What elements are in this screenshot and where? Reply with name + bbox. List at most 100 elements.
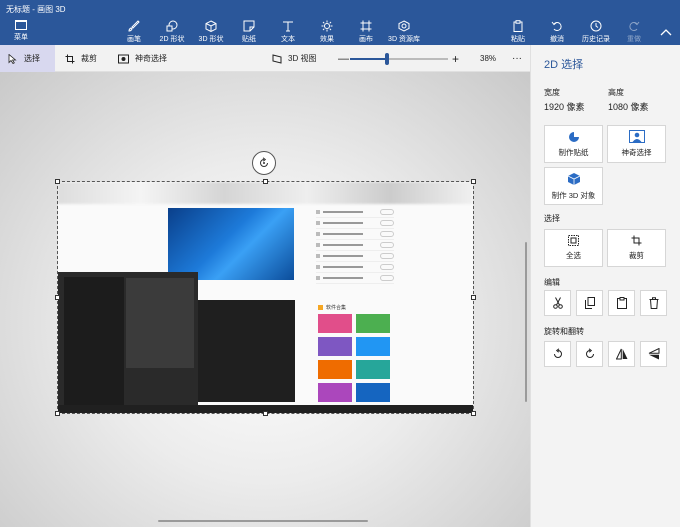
paste-label: 粘贴: [511, 36, 525, 43]
canvas-icon: [360, 20, 372, 32]
sun-icon: [321, 20, 333, 32]
copy-button[interactable]: [576, 290, 603, 316]
folder-icon: [15, 20, 27, 30]
sticker-icon: [243, 20, 255, 32]
rotate-icon: [260, 157, 268, 167]
resize-handle-bottom-left[interactable]: [55, 411, 60, 416]
tool-label: 效果: [320, 36, 334, 43]
magic-select-icon: [628, 130, 645, 143]
crop-panel-label: 裁剪: [629, 251, 644, 260]
flip-horizontal-icon: [615, 348, 627, 360]
tool-text[interactable]: 文本: [268, 20, 308, 44]
edit-section-label: 编辑: [544, 278, 560, 287]
tool-label: 画布: [359, 36, 373, 43]
resize-handle-top-right[interactable]: [471, 179, 476, 184]
undo-button[interactable]: 撤消: [537, 20, 577, 44]
view-3d-label: 3D 视图: [288, 54, 317, 63]
menu-label: 菜单: [14, 34, 28, 41]
history-label: 历史记录: [582, 36, 610, 43]
flip-vertical-icon: [648, 348, 659, 360]
make-3d-label: 制作 3D 对象: [551, 190, 596, 200]
rotate-left-icon: [553, 348, 562, 358]
resize-handle-top[interactable]: [263, 179, 268, 184]
vertical-scrollbar[interactable]: [525, 242, 527, 402]
tool-2d-shapes[interactable]: 2D 形状: [152, 20, 192, 44]
copy-icon: [584, 297, 595, 309]
height-value[interactable]: 1080 像素: [608, 100, 649, 113]
make-3d-button[interactable]: 制作 3D 对象: [544, 167, 603, 205]
window-title: 无标题 - 画图 3D: [6, 5, 66, 14]
history-icon: [590, 20, 602, 32]
menu-button[interactable]: 菜单: [6, 20, 36, 42]
view-3d-icon: [272, 53, 282, 64]
history-button[interactable]: 历史记录: [576, 20, 616, 44]
more-options-button[interactable]: ···: [504, 45, 530, 72]
select-all-button[interactable]: 全选: [544, 229, 603, 267]
rotate-right-button[interactable]: [576, 341, 603, 367]
shapes-2d-icon: [166, 20, 178, 32]
resize-handle-left[interactable]: [55, 295, 60, 300]
resize-handle-bottom[interactable]: [263, 411, 268, 416]
zoom-slider-thumb[interactable]: [385, 53, 390, 65]
cut-button[interactable]: [544, 290, 571, 316]
library-icon: [398, 20, 410, 32]
tool-canvas[interactable]: 画布: [346, 20, 386, 44]
horizontal-scrollbar[interactable]: [158, 520, 368, 522]
zoom-percent[interactable]: 38%: [472, 45, 504, 72]
cube-icon: [567, 172, 580, 185]
tool-3d-shapes[interactable]: 3D 形状: [191, 20, 231, 44]
flip-horizontal-button[interactable]: [608, 341, 635, 367]
properties-panel: 2D 选择 宽度 1920 像素 高度 1080 像素 制作贴纸 神奇选择 制作…: [530, 45, 680, 527]
width-value[interactable]: 1920 像素: [544, 100, 585, 113]
redo-button[interactable]: 重做: [614, 20, 654, 44]
paste-button[interactable]: 粘贴: [498, 20, 538, 44]
clipboard-icon: [616, 297, 627, 309]
selection-box[interactable]: [57, 181, 474, 414]
tool-label: 3D 资源库: [388, 36, 420, 43]
crop-tool-button[interactable]: 裁剪: [57, 45, 105, 72]
zoom-slider-fill: [350, 58, 388, 60]
delete-button[interactable]: [640, 290, 667, 316]
panel-title: 2D 选择: [544, 59, 584, 71]
rotate-handle[interactable]: [252, 151, 276, 175]
tool-label: 3D 形状: [198, 36, 224, 43]
make-sticker-button[interactable]: 制作贴纸: [544, 125, 603, 163]
clipboard-icon: [513, 20, 523, 32]
zoom-in-button[interactable]: +: [444, 45, 467, 72]
cursor-icon: [8, 53, 17, 64]
sticker-icon: [568, 131, 579, 142]
paste-panel-button[interactable]: [608, 290, 635, 316]
magic-select-panel-button[interactable]: 神奇选择: [607, 125, 666, 163]
magic-select-button[interactable]: 神奇选择: [110, 45, 175, 72]
select-tool-button[interactable]: 选择: [0, 45, 55, 72]
command-bar: 无标题 - 画图 3D 菜单 画笔 2D 形状 3D 形状 贴纸 文本 效果 画…: [0, 0, 680, 45]
magic-select-panel-label: 神奇选择: [621, 148, 652, 157]
view-3d-button[interactable]: 3D 视图: [264, 45, 324, 72]
tool-effects[interactable]: 效果: [307, 20, 347, 44]
magic-select-label: 神奇选择: [135, 54, 167, 63]
tool-stickers[interactable]: 贴纸: [229, 20, 269, 44]
text-icon: [283, 21, 293, 32]
scissors-icon: [552, 297, 563, 309]
zoom-slider[interactable]: [350, 53, 448, 65]
resize-handle-right[interactable]: [471, 295, 476, 300]
rotate-section-label: 旋转和翻转: [544, 327, 584, 336]
make-sticker-label: 制作贴纸: [558, 147, 589, 157]
chevron-up-icon[interactable]: [660, 27, 672, 37]
redo-label: 重做: [627, 36, 641, 43]
brush-icon: [128, 20, 140, 32]
rotate-left-button[interactable]: [544, 341, 571, 367]
tool-label: 2D 形状: [159, 36, 185, 43]
select-all-icon: [568, 235, 579, 246]
resize-handle-top-left[interactable]: [55, 179, 60, 184]
tool-3d-library[interactable]: 3D 资源库: [384, 20, 424, 44]
flip-vertical-button[interactable]: [640, 341, 667, 367]
crop-panel-button[interactable]: 裁剪: [607, 229, 666, 267]
tool-brushes[interactable]: 画笔: [114, 20, 154, 44]
resize-handle-bottom-right[interactable]: [471, 411, 476, 416]
rotate-right-icon: [585, 348, 594, 358]
crop-tool-label: 裁剪: [81, 54, 97, 63]
select-section-label: 选择: [544, 214, 560, 223]
crop-icon: [65, 54, 75, 63]
canvas-area[interactable]: 软件合集: [0, 72, 530, 527]
